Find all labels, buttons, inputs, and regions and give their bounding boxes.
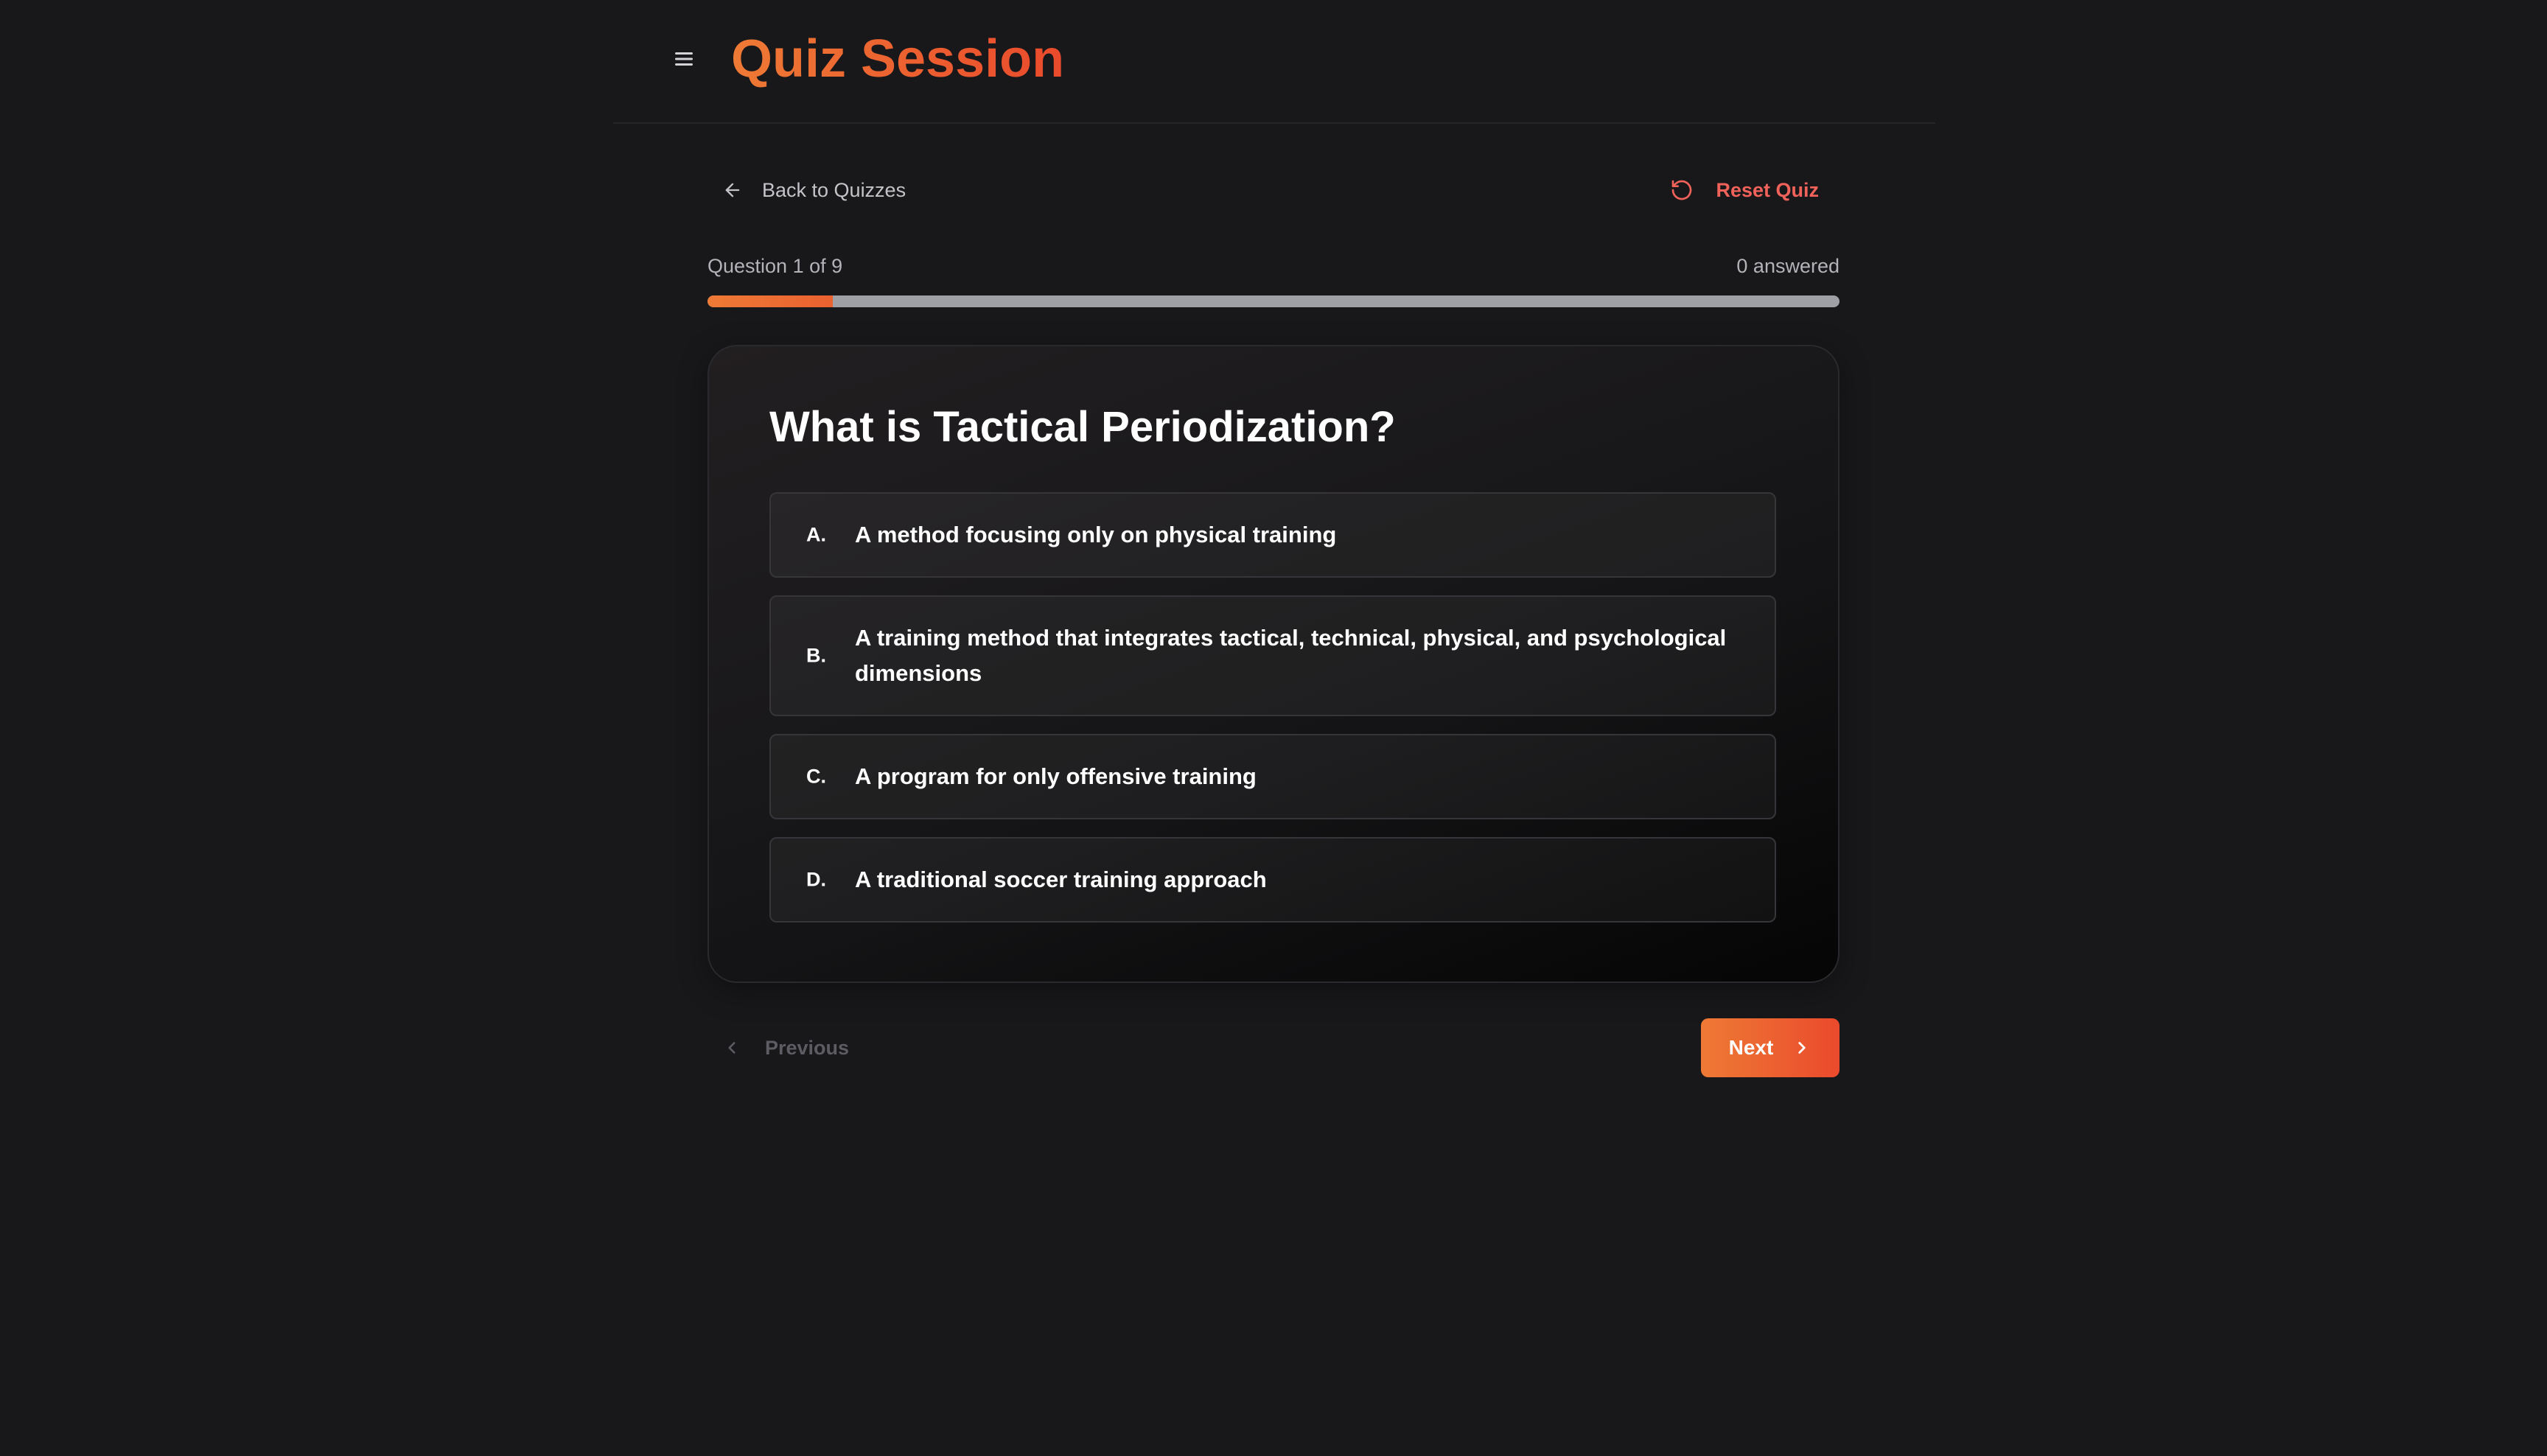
- option-letter: B.: [806, 644, 826, 667]
- option-text: A program for only offensive training: [855, 763, 1257, 789]
- answered-counter: 0 answered: [1736, 255, 1840, 277]
- question-title: What is Tactical Periodization?: [769, 403, 1396, 451]
- option-letter: A.: [806, 523, 826, 546]
- rotate-ccw-icon: [1672, 180, 1692, 200]
- answer-option-a[interactable]: A. A method focusing only on physical tr…: [769, 492, 1776, 578]
- option-text: A method focusing only on physical train…: [855, 522, 1337, 547]
- chevron-right-icon: [1798, 1042, 1806, 1054]
- reset-quiz-button[interactable]: Reset Quiz: [1670, 167, 1819, 214]
- progress-bar: [708, 295, 1840, 307]
- app-header: Quiz Session: [613, 0, 1935, 124]
- progress-bar-fill: [708, 295, 834, 307]
- option-text: A traditional soccer training approach: [855, 867, 1267, 892]
- next-label: Next: [1728, 1036, 1774, 1059]
- answer-option-c[interactable]: C. A program for only offensive training: [769, 734, 1776, 819]
- arrow-left-icon: [725, 183, 740, 197]
- option-letter: C.: [806, 765, 826, 788]
- previous-label: Previous: [765, 1036, 850, 1059]
- next-button[interactable]: Next: [1701, 1018, 1840, 1077]
- previous-button[interactable]: Previous: [722, 1018, 849, 1077]
- hamburger-menu-icon: [675, 52, 693, 66]
- menu-button[interactable]: [666, 41, 702, 77]
- option-text: A training method that integrates tactic…: [855, 625, 1727, 686]
- back-to-quizzes-button[interactable]: Back to Quizzes: [722, 167, 906, 214]
- chevron-left-icon: [728, 1042, 736, 1054]
- reset-quiz-label: Reset Quiz: [1716, 178, 1819, 201]
- answer-option-d[interactable]: D. A traditional soccer training approac…: [769, 837, 1776, 923]
- progress-labels: Question 1 of 9 0 answered: [708, 255, 1840, 284]
- page-title: Quiz Session: [731, 25, 1064, 93]
- back-to-quizzes-label: Back to Quizzes: [762, 178, 906, 201]
- question-card: What is Tactical Periodization? A. A met…: [708, 345, 1840, 983]
- quiz-nav-row: Back to Quizzes Reset Quiz: [708, 167, 1840, 214]
- question-counter: Question 1 of 9: [708, 255, 843, 277]
- option-letter: D.: [806, 868, 826, 891]
- answer-option-b[interactable]: B. A training method that integrates tac…: [769, 595, 1776, 716]
